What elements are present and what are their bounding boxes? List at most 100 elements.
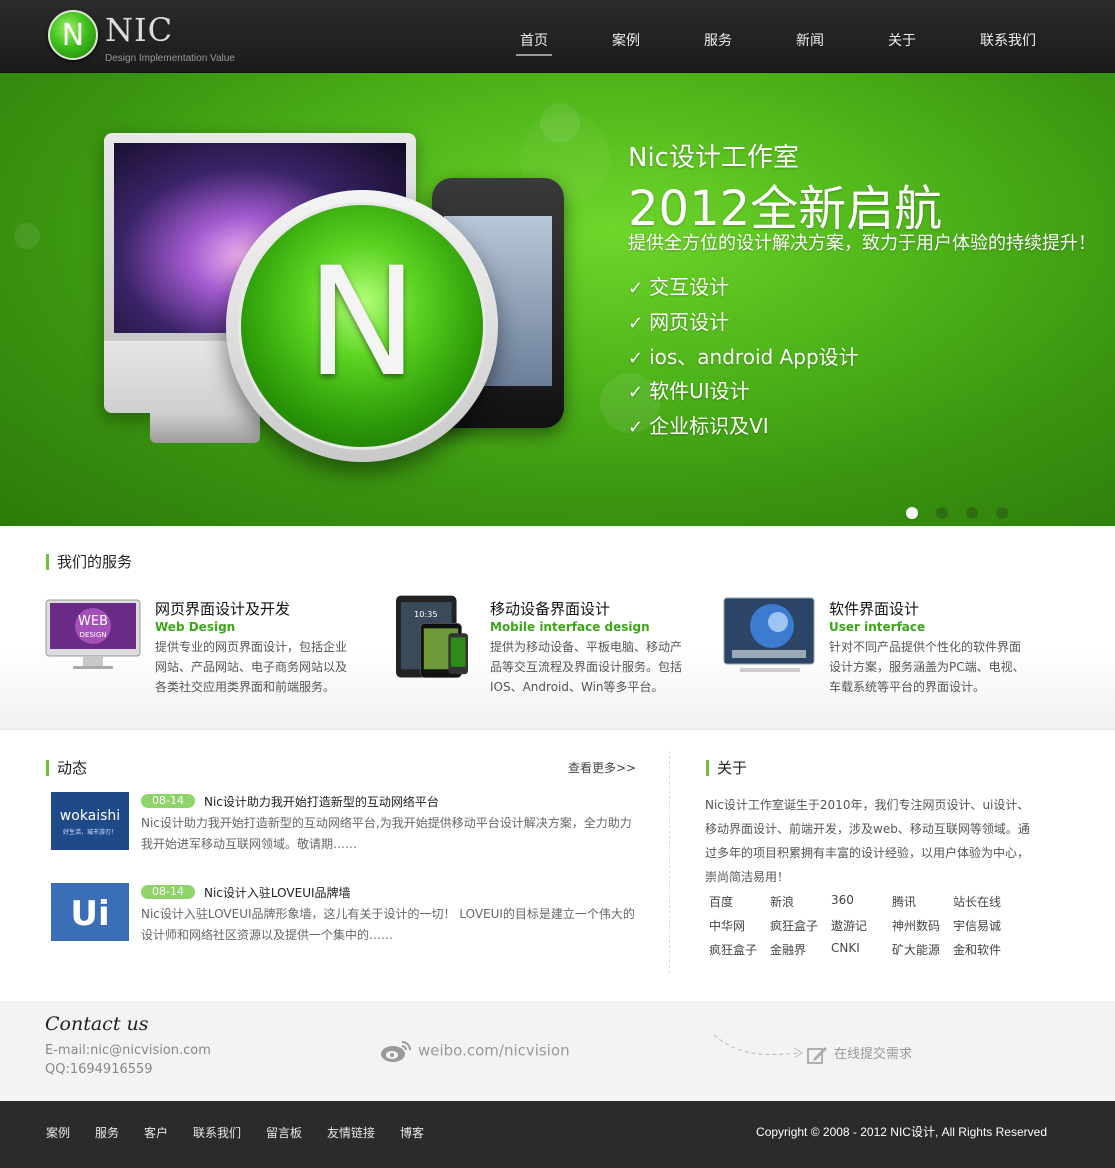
dashed-arrow-decoration [713, 1034, 803, 1059]
news-item-summary: Nic设计入驻LOVEUI品牌形象墙，这儿有关于设计的一切！ LOVEUI的目标… [141, 907, 635, 942]
nic-logo-emblem-inner: N [238, 202, 486, 450]
monitor-stand [150, 413, 260, 443]
weibo-text: weibo.com/nicvision [418, 1041, 570, 1060]
bokeh-decoration [14, 223, 40, 249]
footer-link-blog[interactable]: 博客 [400, 1124, 424, 1141]
news-thumbnail[interactable]: Ui [51, 883, 129, 941]
news-about-section: 动态 查看更多>> wokaishi 好生活，城市游刃！ 08-14 Nic设计… [0, 731, 1115, 1001]
feature-label: ios、android App设计 [649, 345, 859, 369]
footer-link-friends[interactable]: 友情链接 [327, 1124, 375, 1141]
client-link[interactable]: 中华网 [709, 917, 745, 934]
client-link[interactable]: 金和软件 [953, 941, 1001, 958]
section-divider [669, 751, 670, 973]
nav-services[interactable]: 服务 [700, 30, 736, 56]
service-subtitle: User interface [829, 620, 926, 634]
nic-logo-letter: N [305, 236, 419, 410]
copyright-text: Copyright © 2008 - 2012 NIC设计, All Right… [756, 1125, 1047, 1139]
client-link[interactable]: 站长在线 [953, 893, 1001, 910]
slider-dot-1[interactable] [906, 507, 918, 519]
client-link[interactable]: 百度 [709, 893, 733, 910]
about-description: Nic设计工作室诞生于2010年，我们专注网页设计、ui设计、移动界面设计、前端… [705, 798, 1030, 884]
check-icon: ✓ [628, 417, 644, 438]
contact-title: Contact us [45, 1013, 149, 1035]
banner-feature-item: ✓ 软件UI设计 [628, 375, 750, 404]
slider-dot-4[interactable] [996, 507, 1008, 519]
service-description: 提供为移动设备、平板电脑、移动产品等交互流程及界面设计服务。包括IOS、Andr… [490, 640, 683, 694]
news-item-title[interactable]: Nic设计助力我开始打造新型的互动网络平台 [204, 793, 439, 810]
service-title[interactable]: 移动设备界面设计 [490, 598, 610, 619]
check-icon: ✓ [628, 382, 644, 403]
nav-about[interactable]: 关于 [884, 30, 920, 56]
about-title: 关于 [706, 760, 747, 776]
submit-request-link[interactable]: 在线提交需求 [806, 1043, 912, 1065]
check-icon: ✓ [628, 313, 644, 334]
nic-logo-emblem: N [226, 190, 498, 462]
news-more-link[interactable]: 查看更多>> [568, 759, 636, 776]
services-section: 我们的服务 WEB DESIGN 网页界面设计及开发 Web Design 提供… [0, 526, 1115, 730]
nav-contact[interactable]: 联系我们 [977, 30, 1039, 56]
client-link[interactable]: 金融界 [770, 941, 806, 958]
weibo-icon [381, 1041, 411, 1062]
footer-link-guestbook[interactable]: 留言板 [266, 1124, 302, 1141]
software-ui-screen-icon [723, 597, 815, 672]
svg-text:WEB: WEB [78, 614, 108, 629]
service-subtitle: Mobile interface design [490, 620, 650, 634]
client-link[interactable]: 遨游记 [831, 917, 867, 934]
banner-feature-item: ✓ 企业标识及VI [628, 410, 769, 439]
news-title: 动态 [46, 760, 87, 776]
feature-label: 企业标识及VI [649, 414, 769, 438]
thumb-text: wokaishi [60, 808, 120, 824]
thumb-text: Ui [70, 894, 109, 934]
client-link[interactable]: 宇信易诚 [953, 917, 1001, 934]
news-thumbnail[interactable]: wokaishi 好生活，城市游刃！ [51, 792, 129, 850]
main-nav: 首页 案例 服务 新闻 关于 联系我们 [0, 30, 1115, 56]
banner-feature-item: ✓ 网页设计 [628, 306, 729, 335]
banner-feature-item: ✓ ios、android App设计 [628, 341, 859, 370]
client-link[interactable]: 360 [831, 893, 854, 907]
thumb-subtext: 好生活，城市游刃！ [63, 828, 117, 836]
site-header: N NIC Design Implementation Value 首页 案例 … [0, 0, 1115, 73]
footer-link-contact[interactable]: 联系我们 [193, 1124, 241, 1141]
footer-link-services[interactable]: 服务 [95, 1124, 119, 1141]
footer-link-clients[interactable]: 客户 [144, 1124, 168, 1141]
feature-label: 交互设计 [649, 275, 730, 299]
mobile-devices-icon: 10:35 [396, 595, 468, 678]
service-title[interactable]: 软件界面设计 [829, 598, 919, 619]
banner-tagline: 提供全方位的设计解决方案，致力于用户体验的持续提升！ [628, 233, 1096, 254]
nav-home[interactable]: 首页 [516, 30, 552, 56]
slider-dot-2[interactable] [936, 507, 948, 519]
service-description: 提供专业的网页界面设计，包括企业网站、产品网站、电子商务网站以及各类社交应用类界… [155, 640, 348, 694]
weibo-link[interactable]: weibo.com/nicvision [380, 1039, 570, 1063]
check-icon: ✓ [628, 348, 644, 369]
nav-cases[interactable]: 案例 [608, 30, 644, 56]
edit-icon [806, 1045, 828, 1065]
nav-news[interactable]: 新闻 [792, 30, 828, 56]
news-item-title[interactable]: Nic设计入驻LOVEUI品牌墙 [204, 884, 351, 901]
contact-qq: QQ:1694916559 [45, 1062, 153, 1077]
client-link[interactable]: 神州数码 [892, 917, 940, 934]
client-link[interactable]: 新浪 [770, 893, 794, 910]
client-link[interactable]: 疯狂盒子 [709, 941, 757, 958]
client-link[interactable]: 疯狂盒子 [770, 917, 818, 934]
feature-label: 网页设计 [649, 310, 730, 334]
slider-dot-3[interactable] [966, 507, 978, 519]
services-title: 我们的服务 [46, 554, 132, 570]
news-date-badge: 08-14 [141, 885, 195, 899]
news-item-summary: Nic设计助力我开始打造新型的互动网络平台,为我开始提供移动平台设计解决方案，全… [141, 816, 632, 851]
slider-dots [904, 507, 1014, 521]
banner-feature-item: ✓ 交互设计 [628, 271, 729, 300]
client-link[interactable]: 腾讯 [892, 893, 916, 910]
service-description: 针对不同产品提供个性化的软件界面设计方案，服务涵盖为PC端、电视、车载系统等平台… [829, 640, 1025, 694]
check-icon: ✓ [628, 278, 644, 299]
svg-text:10:35: 10:35 [414, 609, 438, 619]
submit-request-label: 在线提交需求 [834, 1047, 913, 1062]
hero-banner: N Nic设计工作室 2012全新启航 提供全方位的设计解决方案，致力于用户体验… [0, 73, 1115, 526]
contact-section: Contact us E-mail:nic@nicvision.com QQ:1… [0, 1001, 1115, 1101]
client-link[interactable]: CNKI [831, 941, 860, 955]
site-footer: 案例 服务 客户 联系我们 留言板 友情链接 博客 Copyright © 20… [0, 1101, 1115, 1168]
footer-link-cases[interactable]: 案例 [46, 1124, 70, 1141]
service-title[interactable]: 网页界面设计及开发 [155, 598, 290, 619]
contact-email[interactable]: E-mail:nic@nicvision.com [45, 1043, 211, 1058]
client-link[interactable]: 矿大能源 [892, 941, 940, 958]
feature-label: 软件UI设计 [649, 379, 750, 403]
